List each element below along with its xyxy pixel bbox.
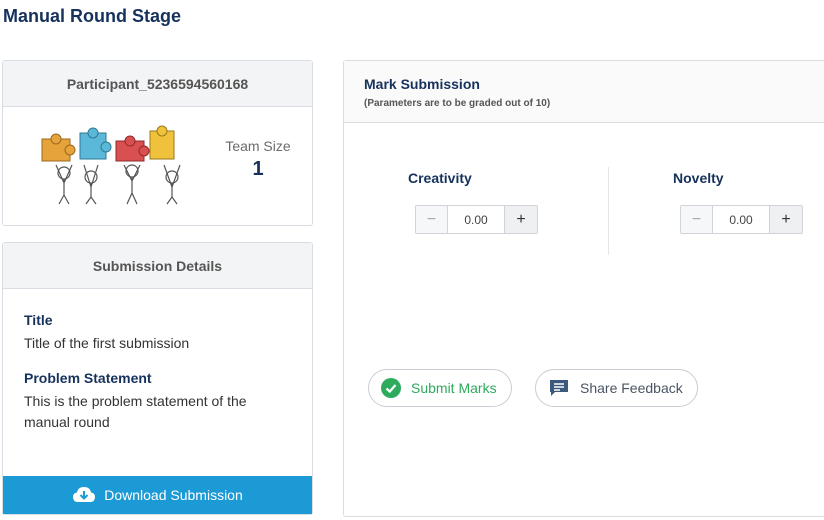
puzzle-piece-orange [41, 133, 76, 162]
minus-icon: − [426, 210, 437, 228]
puzzle-piece-yellow [149, 125, 175, 160]
mark-submission-card: Mark Submission (Parameters are to be gr… [343, 60, 824, 517]
creativity-input[interactable] [448, 206, 504, 233]
mark-submission-header: Mark Submission (Parameters are to be gr… [344, 61, 824, 123]
participant-card: Participant_5236594560168 Team Size 1 [2, 60, 313, 226]
param-creativity-label: Creativity [408, 170, 472, 186]
cloud-download-icon [73, 487, 96, 502]
team-size-value: 1 [252, 158, 264, 180]
team-size-label: Team Size [225, 138, 291, 154]
problem-statement-label: Problem Statement [24, 370, 152, 386]
novelty-minus-button[interactable]: − [681, 206, 713, 233]
share-feedback-button[interactable]: Share Feedback [535, 369, 698, 407]
download-submission-button[interactable]: Download Submission [3, 476, 312, 514]
novelty-plus-button[interactable]: + [769, 206, 802, 233]
param-novelty-label: Novelty [673, 170, 724, 186]
param-novelty: Novelty [673, 170, 724, 186]
mark-submission-subtitle: (Parameters are to be graded out of 10) [364, 98, 551, 109]
novelty-input[interactable] [713, 206, 769, 233]
creativity-minus-button[interactable]: − [416, 206, 448, 233]
team-puzzle-illustration [41, 125, 181, 205]
check-circle-icon [381, 378, 401, 398]
puzzle-piece-red [115, 135, 150, 162]
mark-submission-title: Mark Submission [364, 76, 480, 92]
creativity-stepper: − + [415, 205, 538, 234]
submit-marks-label: Submit Marks [411, 380, 497, 396]
plus-icon: + [516, 210, 526, 228]
puzzle-piece-blue [79, 127, 112, 160]
param-creativity: Creativity [408, 170, 472, 186]
param-divider [608, 167, 609, 255]
problem-statement-value: This is the problem statement of the man… [24, 393, 247, 430]
problem-statement: Problem Statement This is the problem st… [24, 370, 264, 433]
creativity-plus-button[interactable]: + [504, 206, 537, 233]
novelty-stepper: − + [680, 205, 803, 234]
submit-marks-button[interactable]: Submit Marks [368, 369, 512, 407]
plus-icon: + [781, 210, 791, 228]
submission-title-value: Title of the first submission [24, 335, 190, 351]
participant-name: Participant_5236594560168 [3, 61, 312, 107]
submission-title: Title Title of the first submission [24, 312, 264, 354]
submission-title-label: Title [24, 312, 53, 328]
team-size: Team Size 1 [208, 138, 308, 181]
message-icon [550, 380, 568, 396]
submission-details-card: Submission Details Title Title of the fi… [2, 242, 313, 515]
share-feedback-label: Share Feedback [580, 380, 683, 396]
page-title: Manual Round Stage [3, 6, 182, 26]
download-submission-label: Download Submission [104, 487, 243, 503]
submission-details-header: Submission Details [3, 243, 312, 289]
minus-icon: − [691, 210, 702, 228]
